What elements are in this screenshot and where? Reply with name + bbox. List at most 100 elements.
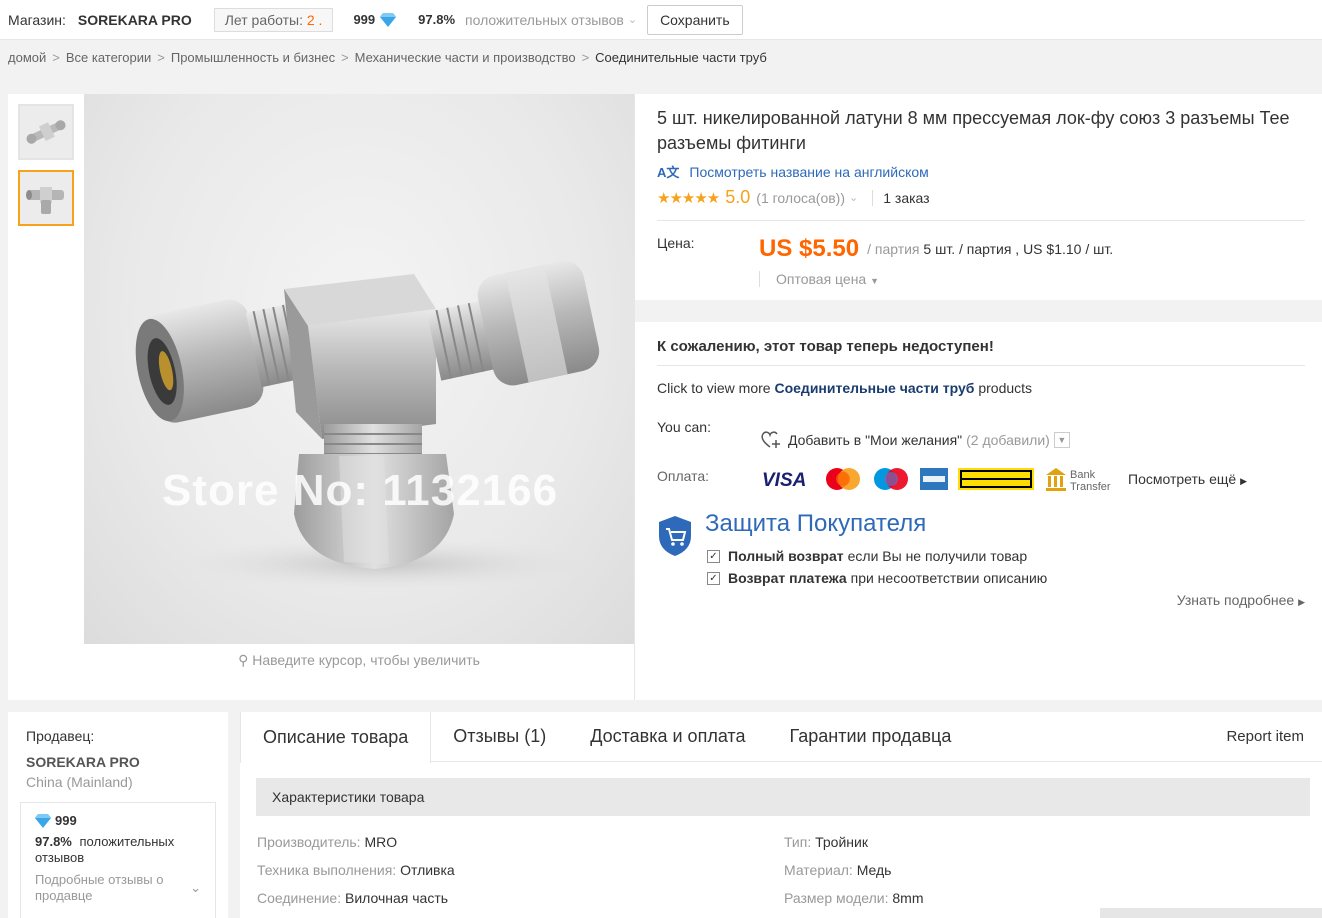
rating-row: ★★★★★ 5.0 (1 голоса(ов)) ⌄ 1 заказ — [657, 187, 1305, 221]
tee-fitting-thumbnail-image — [20, 172, 72, 224]
wishlist-count: (2 добавили) — [966, 432, 1050, 448]
spec-value: MRO — [364, 834, 398, 850]
price-row: Цена: US $5.50 / партия 5 шт. / партия ,… — [657, 235, 1305, 263]
scroll-to-top-tab[interactable] — [1100, 908, 1322, 918]
western-union-icon — [958, 468, 1034, 490]
caret-right-icon: ▶ — [1240, 476, 1247, 486]
chevron-down-icon[interactable]: ▼ — [1053, 432, 1070, 448]
store-score[interactable]: 999 — [353, 12, 397, 27]
click-more-suffix: products — [978, 380, 1033, 396]
specs-heading: Характеристики товара — [256, 778, 1310, 816]
translate-row[interactable]: A文 Посмотреть название на английском — [657, 162, 1305, 181]
add-to-wishlist[interactable]: Добавить в "Мои желания" (2 добавили) ▼ — [760, 430, 1070, 450]
learn-more-label: Узнать подробнее — [1176, 592, 1295, 608]
spec-value: Отливка — [400, 862, 455, 878]
visa-icon: VISA — [762, 470, 806, 490]
chevron-down-icon[interactable]: ⌄ — [628, 13, 637, 26]
star-rating-icon: ★★★★★ — [657, 189, 720, 207]
breadcrumb: домой > Все категории > Промышленность и… — [8, 50, 767, 65]
main-product-image[interactable]: Store No: 1132166 — [84, 94, 634, 644]
heart-plus-icon — [761, 431, 780, 448]
mastercard-icon — [826, 468, 860, 490]
wholesale-price-dropdown[interactable]: Оптовая цена ▼ — [759, 271, 1305, 287]
shield-cart-icon — [659, 516, 691, 556]
payment-more-link[interactable]: Посмотреть ещё ▶ — [1128, 471, 1247, 487]
you-can-label: You can: — [657, 419, 711, 435]
positive-pct: 97.8% — [418, 12, 456, 27]
product-title: 5 шт. никелированной латуни 8 мм прессуе… — [657, 108, 1290, 153]
chevron-down-icon[interactable]: ⌄ — [849, 191, 858, 204]
unavailable-notice: К сожалению, этот товар теперь недоступе… — [657, 338, 1305, 366]
votes-link[interactable]: (1 голоса(ов)) — [756, 190, 845, 206]
price-value: US $5.50 — [759, 235, 860, 262]
breadcrumb-separator: > — [581, 50, 590, 65]
spec-key: Тип: — [784, 834, 812, 850]
product-info: 5 шт. никелированной латуни 8 мм прессуе… — [657, 94, 1305, 287]
wishlist-label: Добавить в "Мои желания" — [788, 432, 963, 448]
breadcrumb-mechanical[interactable]: Механические части и производство — [355, 50, 576, 65]
spec-type: Тип: Тройник — [784, 834, 868, 850]
save-store-button[interactable]: Сохранить — [647, 4, 743, 35]
translate-link[interactable]: Посмотреть название на английском — [689, 164, 928, 180]
zoom-hint-text: Наведите курсор, чтобы увеличить — [252, 652, 480, 668]
spec-value: Вилочная часть — [345, 890, 449, 906]
product-panel: Store No: 1132166 ⚲ Наведите курсор, что… — [8, 94, 1322, 700]
seller-stats: 999 97.8% положительных отзывов Подробны… — [20, 802, 216, 918]
report-item-link[interactable]: Report item — [1226, 712, 1322, 761]
svg-text:Bank: Bank — [1070, 469, 1096, 481]
spec-key: Техника выполнения: — [257, 862, 397, 878]
magnifier-icon: ⚲ — [238, 652, 249, 668]
breadcrumb-separator: > — [157, 50, 165, 65]
store-name-link[interactable]: SOREKARA PRO — [78, 12, 192, 28]
svg-text:VISA: VISA — [762, 470, 806, 490]
tab-description[interactable]: Описание товара — [240, 712, 432, 763]
tab-reviews[interactable]: Отзывы (1) — [431, 712, 568, 761]
orders-count: 1 заказ — [872, 189, 930, 206]
seller-score: 999 — [35, 813, 201, 828]
checkbox-icon: ✓ — [707, 571, 720, 585]
thumbnail-2[interactable] — [18, 170, 74, 226]
tee-fitting-image — [135, 260, 614, 592]
store-score-value: 999 — [353, 12, 376, 27]
click-more-prefix: Click to view more — [657, 380, 771, 396]
payment-label: Оплата: — [657, 468, 710, 484]
spec-model-size: Размер модели: 8mm — [784, 890, 924, 906]
seller-box: Продавец: SOREKARA PRO China (Mainland) … — [8, 712, 228, 918]
svg-text:Transfer: Transfer — [1070, 481, 1111, 492]
spec-value: 8mm — [892, 890, 924, 906]
protection-title: Защита Покупателя — [705, 510, 927, 537]
protection-refund-text: если Вы не получили товар — [847, 548, 1028, 564]
learn-more-link[interactable]: Узнать подробнее ▶ — [1177, 592, 1305, 608]
breadcrumb-all-categories[interactable]: Все категории — [66, 50, 151, 65]
seller-details-label: Подробные отзывы о продавце — [35, 872, 164, 903]
section-divider — [635, 300, 1322, 322]
seller-details-link[interactable]: Подробные отзывы о продавце ⌄ — [35, 872, 201, 904]
chevron-down-icon: ⌄ — [190, 880, 201, 895]
breadcrumb-home[interactable]: домой — [8, 50, 46, 65]
maestro-icon — [874, 468, 908, 490]
zoom-hint: ⚲ Наведите курсор, чтобы увеличить — [84, 652, 634, 669]
wholesale-label: Оптовая цена — [776, 271, 867, 287]
breadcrumb-industry[interactable]: Промышленность и бизнес — [171, 50, 335, 65]
caret-right-icon: ▶ — [1298, 597, 1305, 607]
spec-connection: Соединение: Вилочная часть — [257, 890, 448, 906]
panel-divider — [634, 94, 635, 700]
spec-technique: Техника выполнения: Отливка — [257, 862, 455, 878]
seller-score-value: 999 — [55, 813, 77, 828]
description-panel: Описание товара Отзывы (1) Доставка и оп… — [240, 712, 1322, 918]
positive-feedback-link[interactable]: положительных отзывов — [465, 12, 624, 28]
tab-shipping[interactable]: Доставка и оплата — [568, 712, 767, 761]
seller-positive-pct: 97.8% — [35, 834, 72, 849]
spec-key: Производитель: — [257, 834, 361, 850]
spec-value: Тройник — [815, 834, 868, 850]
breadcrumb-current[interactable]: Соединительные части труб — [595, 50, 767, 65]
tab-guarantees[interactable]: Гарантии продавца — [768, 712, 974, 761]
spec-key: Соединение: — [257, 890, 342, 906]
thumbnail-list — [18, 104, 74, 236]
bank-transfer-icon: Bank Transfer — [1046, 468, 1111, 492]
seller-positive: 97.8% положительных отзывов — [35, 834, 201, 866]
protection-refund-line: ✓ Полный возврат если Вы не получили тов… — [707, 548, 1027, 564]
category-link[interactable]: Соединительные части труб — [774, 380, 974, 396]
thumbnail-1[interactable] — [18, 104, 74, 160]
seller-name-link[interactable]: SOREKARA PRO — [26, 754, 216, 770]
